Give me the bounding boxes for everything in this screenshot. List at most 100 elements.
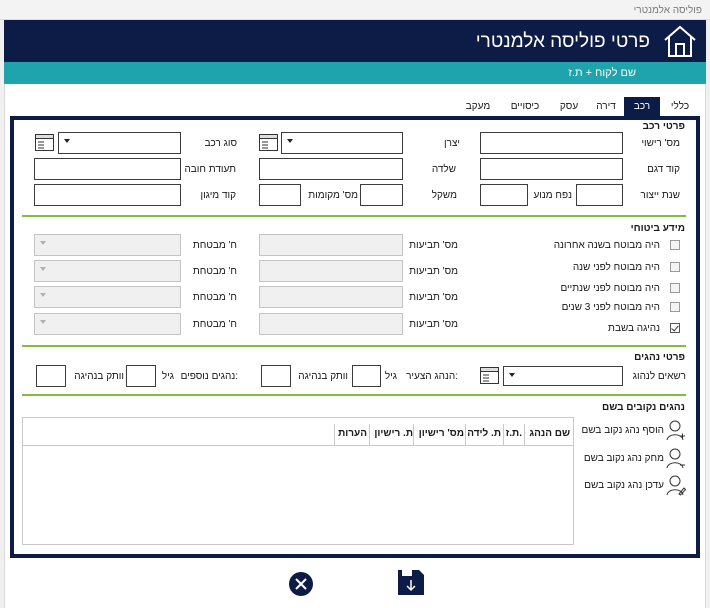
insured-three-years-checkbox[interactable] (670, 302, 680, 312)
insured-two-years-label: היה מבוטח לפני שנתיים (560, 283, 660, 294)
insured-year-ago-checkbox[interactable] (670, 262, 680, 272)
column-separator (524, 424, 525, 445)
insurer-select[interactable] (34, 313, 181, 335)
client-name: שם לקוח + ת.ז (568, 67, 636, 79)
claims-label: מס' תביעות (409, 266, 458, 277)
column-separator (334, 424, 335, 445)
home-icon[interactable] (662, 23, 698, 59)
tab-tracking[interactable]: מעקב (458, 97, 498, 117)
save-download-icon[interactable] (397, 568, 425, 596)
chassis-label: שלדה (431, 164, 456, 175)
insured-last-year-label: היה מבוטח בשנה אחרונה (553, 240, 660, 251)
weight-label: משקל (431, 190, 457, 201)
young-driver-label: הנהג הצעיר: (406, 371, 458, 382)
user-edit-icon[interactable] (666, 474, 686, 496)
page-title: פרטי פוליסה אלמנטרי (475, 31, 650, 52)
claims-input[interactable] (259, 286, 403, 308)
claims-input[interactable] (259, 313, 403, 335)
insurance-section-title: מידע ביטוחי (630, 223, 685, 234)
column-separator (503, 424, 504, 445)
insured-two-years-checkbox[interactable] (670, 283, 680, 293)
column-header[interactable]: ת. לידה (467, 428, 501, 439)
window-form-icon[interactable] (480, 367, 499, 384)
model-code-label: קוד דגם (647, 164, 680, 175)
young-driver-seniority-label: וותק בנהיגה (298, 371, 348, 382)
year-input[interactable] (576, 184, 623, 206)
drivers-section-title: פרטי נהגים (634, 352, 685, 363)
extra-drivers-seniority-input[interactable] (36, 365, 66, 387)
sabbath-driving-checkbox[interactable] (670, 323, 680, 333)
insurer-label: ח' מבטחת (192, 240, 237, 251)
insurer-label: ח' מבטחת (192, 266, 237, 277)
tab-apartment[interactable]: דירה (590, 97, 622, 117)
claims-input[interactable] (259, 260, 403, 282)
compulsory-cert-label: תעודת חובה (184, 164, 236, 175)
allowed-drivers-label: רשאים לנהוג (632, 371, 686, 382)
chassis-input[interactable] (259, 158, 403, 180)
insurer-select[interactable] (34, 260, 181, 282)
section-divider (22, 345, 686, 347)
vehicle-type-label: סוג רכב (204, 138, 237, 149)
license-no-label: מס' רישוי (641, 138, 680, 149)
protection-code-label: קוד מיגון (200, 190, 236, 201)
insured-three-years-label: היה מבוטח לפני 3 שנים (561, 302, 660, 313)
sabbath-driving-label: נהיגה בשבת (608, 323, 660, 334)
vehicle-type-select[interactable] (58, 132, 181, 154)
tab-coverages[interactable]: כיסויים (502, 97, 548, 117)
compulsory-cert-input[interactable] (34, 158, 181, 180)
extra-drivers-label: נהגים נוספים: (180, 371, 238, 382)
extra-drivers-age-label: גיל (161, 371, 174, 382)
delete-named-driver-button[interactable]: מחק נהג נקוב בשם (584, 453, 664, 464)
tab-business[interactable]: עסק (552, 97, 586, 117)
column-header[interactable]: שם הנהג (529, 428, 570, 439)
window-form-icon[interactable] (259, 134, 278, 151)
client-bar: שם לקוח + ת.ז (4, 62, 706, 84)
year-label: שנת ייצור (640, 190, 680, 201)
insurer-label: ח' מבטחת (192, 319, 237, 330)
column-separator (369, 424, 370, 445)
section-divider (22, 394, 686, 396)
section-divider (22, 215, 686, 217)
license-no-input[interactable] (480, 132, 623, 154)
engine-volume-input[interactable] (480, 184, 528, 206)
claims-label: מס' תביעות (409, 292, 458, 303)
column-header[interactable]: ת. רישיון (374, 428, 413, 439)
user-add-icon[interactable] (666, 419, 686, 441)
insured-last-year-checkbox[interactable] (670, 240, 680, 250)
update-named-driver-button[interactable]: עדכן נהג נקוב בשם (584, 480, 664, 491)
page-header: פרטי פוליסה אלמנטרי (4, 20, 706, 62)
manufacturer-label: יצרן (444, 138, 460, 149)
vehicle-section-title: פרטי רכב (642, 121, 685, 132)
young-driver-age-label: גיל (384, 371, 397, 382)
young-driver-seniority-input[interactable] (261, 365, 291, 387)
claims-label: מס' תביעות (409, 240, 458, 251)
window-form-icon[interactable] (35, 134, 54, 151)
add-named-driver-button[interactable]: הוסף נהג נקוב בשם (582, 425, 664, 436)
model-code-input[interactable] (480, 158, 623, 180)
column-header[interactable]: ת.ז. (506, 428, 522, 439)
column-header[interactable]: מס' רישיון (419, 428, 464, 439)
insurer-select[interactable] (34, 286, 181, 308)
claims-label: מס' תביעות (409, 319, 458, 330)
insurer-label: ח' מבטחת (192, 292, 237, 303)
manufacturer-select[interactable] (281, 132, 403, 154)
tab-general[interactable]: כללי (662, 97, 698, 117)
young-driver-age-input[interactable] (352, 365, 381, 387)
insured-year-ago-label: היה מבוטח לפני שנה (572, 262, 660, 273)
table-header-divider (22, 445, 574, 446)
engine-volume-label: נפח מנוע (533, 190, 572, 201)
user-remove-icon[interactable] (666, 447, 686, 469)
protection-code-input[interactable] (34, 184, 181, 206)
insurer-select[interactable] (34, 234, 181, 256)
window-title: פוליסה אלמנטרי (633, 5, 702, 16)
seats-input[interactable] (360, 184, 403, 206)
weight-input[interactable] (259, 184, 301, 206)
tab-vehicle[interactable]: רכב (624, 97, 660, 117)
close-icon[interactable] (287, 570, 315, 598)
window-titlebar: פוליסה אלמנטרי (0, 0, 710, 20)
extra-drivers-age-input[interactable] (126, 365, 156, 387)
column-separator (465, 424, 466, 445)
column-header[interactable]: הערות (338, 428, 367, 439)
claims-input[interactable] (259, 234, 403, 256)
allowed-drivers-select[interactable] (503, 366, 623, 386)
